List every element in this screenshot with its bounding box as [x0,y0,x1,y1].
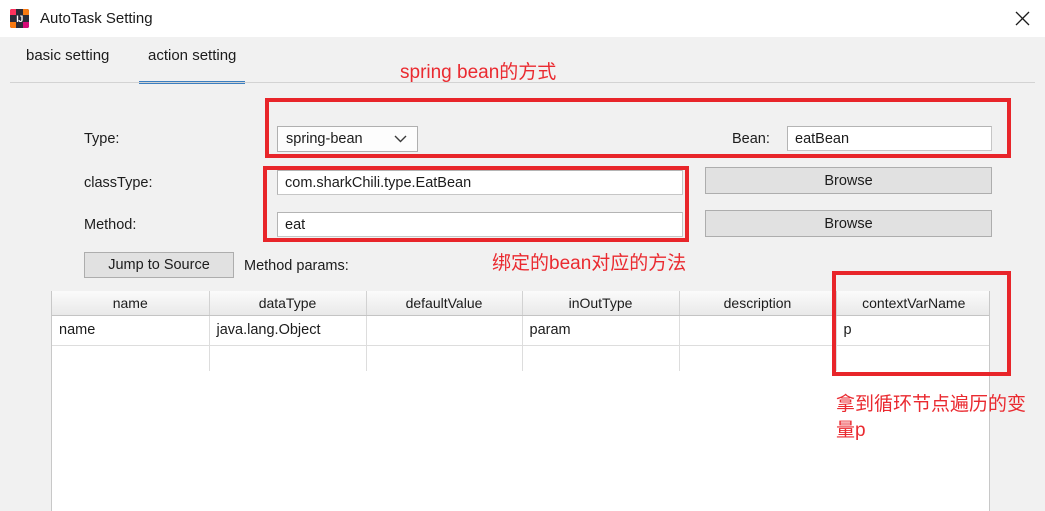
chevron-down-icon [394,135,407,144]
close-icon[interactable] [999,0,1045,37]
column-header-name[interactable]: name [52,291,209,315]
type-select[interactable]: spring-bean [277,126,418,152]
table-header-row: name dataType defaultValue inOutType des… [52,291,990,315]
table-row[interactable]: name java.lang.Object param p [52,315,990,345]
annotation-bean-method: 绑定的bean对应的方法 [492,251,686,277]
tab-basic-setting-label: basic setting [26,47,109,64]
cell-description[interactable] [679,315,836,345]
cell-defaultvalue[interactable] [366,315,522,345]
annotation-context-var: 拿到循环节点遍历的变量p [836,392,1041,444]
title-bar: IJ AutoTask Setting [0,0,1045,37]
column-header-description[interactable]: description [679,291,836,315]
cell-contextvarname[interactable]: p [836,315,990,345]
cell-empty [522,345,679,371]
type-select-value: spring-bean [286,131,363,147]
cell-empty [366,345,522,371]
annotation-spring-bean: spring bean的方式 [400,60,556,86]
cell-inouttype[interactable]: param [522,315,679,345]
cell-empty [836,345,990,371]
table-empty-row[interactable] [52,345,990,371]
window-title: AutoTask Setting [40,10,153,27]
method-params-label: Method params: [244,258,349,274]
cell-empty [209,345,366,371]
browse-classtype-button[interactable]: Browse [705,167,992,194]
classtype-label: classType: [84,175,153,191]
column-header-inouttype[interactable]: inOutType [522,291,679,315]
intellij-idea-icon: IJ [10,9,29,28]
bean-input[interactable] [787,126,992,151]
icon-label: IJ [10,9,29,28]
bean-label: Bean: [732,131,770,147]
tab-basic-setting[interactable]: basic setting [26,47,109,84]
cell-empty [52,345,209,371]
method-label: Method: [84,217,136,233]
classtype-input[interactable] [277,170,683,195]
tab-action-setting[interactable]: action setting [148,47,236,84]
browse-method-button[interactable]: Browse [705,210,992,237]
autotask-setting-window: IJ AutoTask Setting basic setting action… [0,0,1045,511]
cell-empty [679,345,836,371]
column-header-contextvarname[interactable]: contextVarName [836,291,990,315]
jump-to-source-button[interactable]: Jump to Source [84,252,234,278]
column-header-datatype[interactable]: dataType [209,291,366,315]
method-input[interactable] [277,212,683,237]
column-header-defaultvalue[interactable]: defaultValue [366,291,522,315]
tab-action-setting-label: action setting [148,47,236,64]
cell-datatype[interactable]: java.lang.Object [209,315,366,345]
type-label: Type: [84,131,119,147]
cell-name[interactable]: name [52,315,209,345]
